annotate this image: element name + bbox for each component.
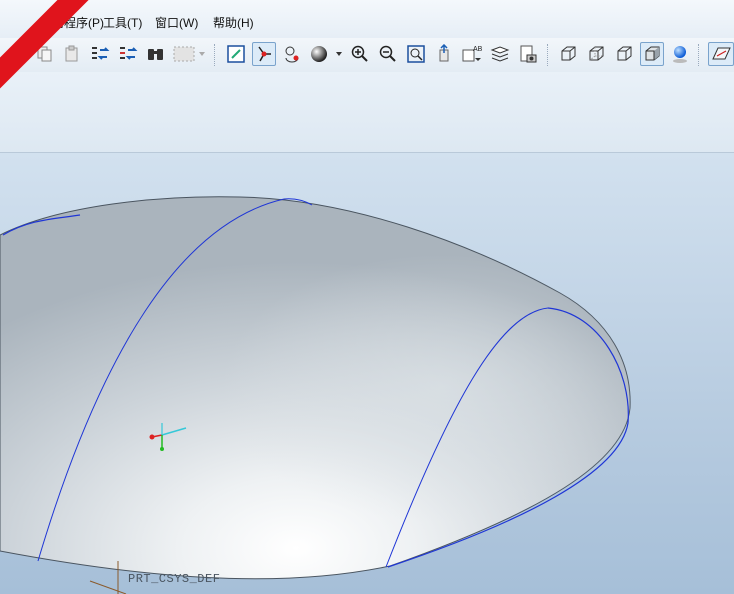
refit-icon: [407, 45, 425, 63]
regenerate-button[interactable]: [88, 42, 112, 66]
wireframe-icon: [561, 46, 576, 61]
repaint-button[interactable]: [224, 42, 248, 66]
spin-center-button[interactable]: [252, 42, 276, 66]
secondary-toolbar-area: [0, 72, 734, 153]
reorient-button[interactable]: [432, 42, 456, 66]
repaint-icon: [227, 45, 245, 63]
hidden-line-icon: [589, 46, 604, 61]
zoom-out-icon: [379, 45, 396, 62]
menu-tools[interactable]: 工具(T): [103, 14, 142, 31]
wireframe-button[interactable]: [556, 42, 580, 66]
find-icon: [148, 49, 163, 60]
toolbar-separator: [214, 44, 216, 66]
view-manager-icon: [520, 45, 537, 63]
regenerate-manager-icon: [120, 47, 138, 60]
surface-model[interactable]: [0, 153, 734, 594]
menu-window[interactable]: 窗口(W): [155, 14, 198, 31]
regenerate-manager-button[interactable]: [116, 42, 140, 66]
toolbar-separator: [547, 44, 549, 66]
graphics-viewport[interactable]: PRT_CSYS_DEF: [0, 153, 734, 594]
reorient-icon: [439, 44, 449, 62]
enhanced-realism-button[interactable]: [668, 42, 692, 66]
csys-label: PRT_CSYS_DEF: [128, 572, 221, 586]
spin-center-icon: [258, 46, 271, 62]
zoom-in-icon: [351, 45, 368, 62]
saved-views-icon: AB: [462, 46, 483, 62]
menu-bar: 应用程序(P) 工具(T) 窗口(W) 帮助(H): [0, 0, 734, 39]
layers-button[interactable]: [488, 42, 512, 66]
regenerate-icon: [92, 47, 110, 60]
refit-button[interactable]: [404, 42, 428, 66]
select-box-button[interactable]: [170, 42, 208, 66]
datum-plane-display-button[interactable]: [708, 42, 734, 66]
no-hidden-button[interactable]: [612, 42, 636, 66]
watermark-logo: [0, 0, 90, 90]
zoom-out-button[interactable]: [376, 42, 400, 66]
view-manager-button[interactable]: [516, 42, 540, 66]
zoom-in-button[interactable]: [348, 42, 372, 66]
enhanced-realism-icon: [673, 46, 687, 63]
menu-help[interactable]: 帮助(H): [213, 14, 254, 31]
orient-mode-icon: [285, 46, 299, 63]
appearance-button[interactable]: [308, 42, 344, 66]
shading-button[interactable]: [640, 42, 664, 66]
layers-icon: [490, 46, 510, 62]
shading-icon: [645, 46, 660, 61]
find-button[interactable]: [144, 42, 168, 66]
datum-plane-display-icon: [712, 47, 731, 60]
saved-views-button[interactable]: AB: [460, 42, 484, 66]
toolbar-separator: [698, 44, 700, 66]
appearance-sphere-icon: [311, 46, 342, 62]
watermark-band: [0, 0, 90, 90]
orient-mode-button[interactable]: [280, 42, 304, 66]
toolbar: AB: [0, 38, 734, 72]
hidden-line-button[interactable]: [584, 42, 608, 66]
svg-text:AB: AB: [473, 46, 483, 53]
select-box-icon: [173, 46, 205, 62]
no-hidden-icon: [617, 46, 632, 61]
